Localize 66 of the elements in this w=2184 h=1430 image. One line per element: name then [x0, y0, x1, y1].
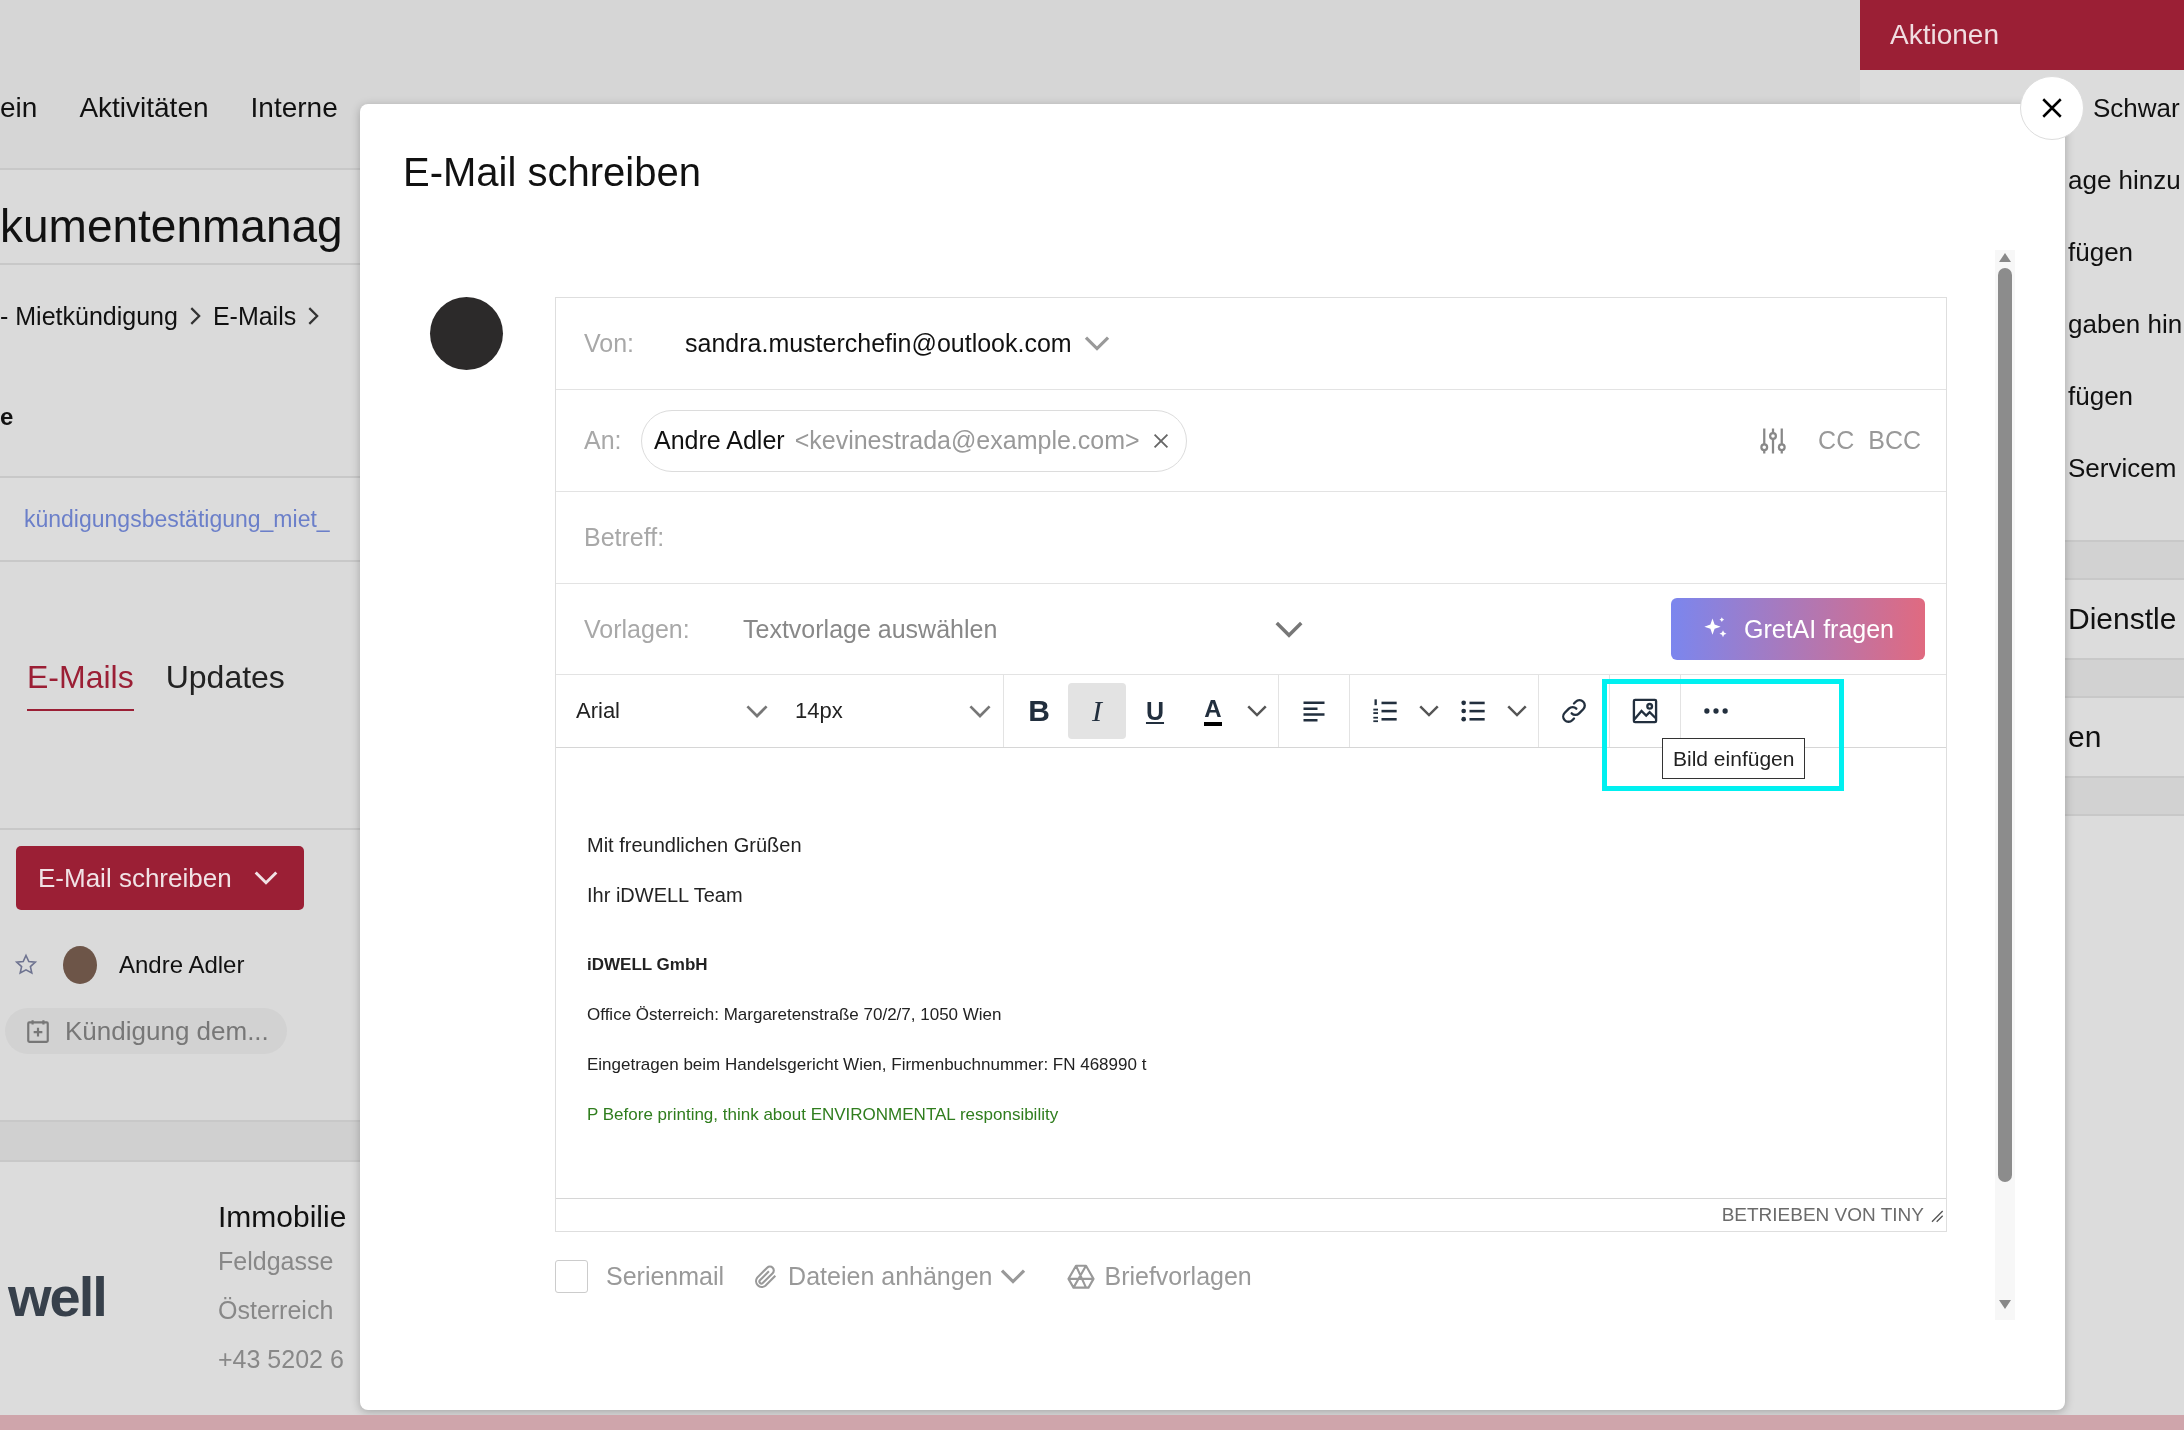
field-label: Von: [584, 329, 636, 358]
contact-name: Andre Adler [119, 951, 245, 979]
size-select[interactable]: 14px [795, 683, 991, 739]
text-color-button[interactable]: A [1184, 683, 1242, 739]
calendar-plus-icon [25, 1018, 51, 1044]
action-item[interactable]: en [2068, 720, 2102, 754]
address-line: +43 5202 6 [218, 1344, 345, 1375]
body-text: Office Österreich: Margaretenstraße 70/2/7, 1050 Wien [587, 1005, 1003, 1025]
image-icon [1631, 697, 1659, 725]
notice-text: P Before printing, think about ENVIRONMENTAL responsibility [587, 1105, 1060, 1125]
chevron-down-icon [1507, 705, 1527, 717]
dialog-title: E-Mail schreiben [403, 150, 701, 194]
section-label: e [0, 403, 14, 431]
italic-button[interactable]: I [1068, 683, 1126, 739]
template-select[interactable]: Textvorlage auswählen [743, 614, 1303, 644]
tab[interactable]: Updates [165, 659, 285, 711]
numbered-list-icon [1371, 697, 1399, 725]
sender-address[interactable]: sandra.musterchefin@outlook.com [685, 329, 1072, 358]
action-item[interactable]: fügen [2068, 380, 2134, 412]
chevron-right-icon [189, 307, 201, 325]
company-name: iDWELL GmbH [587, 955, 709, 975]
branding-text: BETRIEBEN VON TINY [1721, 1204, 1924, 1226]
chevron-down-icon [1419, 705, 1439, 717]
address-line: Österreich [218, 1295, 335, 1326]
chevron-down-icon [1000, 1269, 1027, 1284]
avatar [63, 946, 97, 984]
breadcrumb-link[interactable]: E-Mails [212, 301, 297, 331]
chevron-down-icon [969, 704, 991, 718]
tab[interactable]: E-Mails [27, 659, 134, 711]
chevron-down-icon [1083, 336, 1110, 351]
panel-header: Aktionen [1860, 0, 2184, 70]
action-item[interactable]: gaben hin [2068, 308, 2183, 340]
field-label: Betreff: [584, 523, 666, 552]
tooltip: Bild einfügen [1662, 738, 1806, 779]
checkbox[interactable] [555, 1260, 588, 1293]
nav-tab[interactable]: ein [0, 88, 38, 168]
action-item[interactable]: fügen [2068, 236, 2134, 268]
chevron-down-icon [1275, 620, 1303, 638]
compose-button[interactable]: E-Mail schreiben [16, 846, 304, 910]
nav-tab[interactable]: Aktivitäten [79, 88, 209, 168]
body-text: Ihr iDWELL Team [587, 884, 744, 906]
chevron-right-icon [308, 307, 320, 325]
address-line: Feldgasse [218, 1246, 335, 1277]
field-label: An: [584, 426, 623, 455]
action-item[interactable]: Schwar [2093, 92, 2180, 124]
font-select[interactable]: Arial [576, 683, 768, 739]
chevron-down-icon [1247, 705, 1267, 717]
bold-button[interactable]: B [1010, 683, 1068, 739]
action-item[interactable]: Servicem [2068, 452, 2177, 484]
company-name: Immobilie [218, 1199, 347, 1235]
page-title: kumentenmanag [0, 200, 343, 252]
underline-button[interactable]: U [1126, 683, 1184, 739]
breadcrumb-link[interactable]: - Mietkündigung [0, 301, 178, 331]
body-text: Mit freundlichen Grüßen [587, 834, 803, 856]
scrollbar-thumb[interactable] [1998, 268, 2012, 1182]
action-item[interactable]: age hinzu [2068, 164, 2181, 196]
logo: well [8, 1263, 106, 1329]
body-text: Eingetragen beim Handelsgericht Wien, Firmenbuchnummer: FN 468990 t [587, 1055, 1148, 1075]
link-icon [1560, 697, 1588, 725]
field-label: Vorlagen: [584, 614, 691, 644]
more-icon [1704, 708, 1728, 714]
chevron-down-icon [253, 871, 278, 885]
nav-tab[interactable]: Interne [250, 88, 338, 168]
chevron-down-icon [746, 704, 768, 718]
checkbox-label: Serienmail [606, 1262, 725, 1291]
action-item[interactable]: Dienstle [2068, 602, 2177, 636]
